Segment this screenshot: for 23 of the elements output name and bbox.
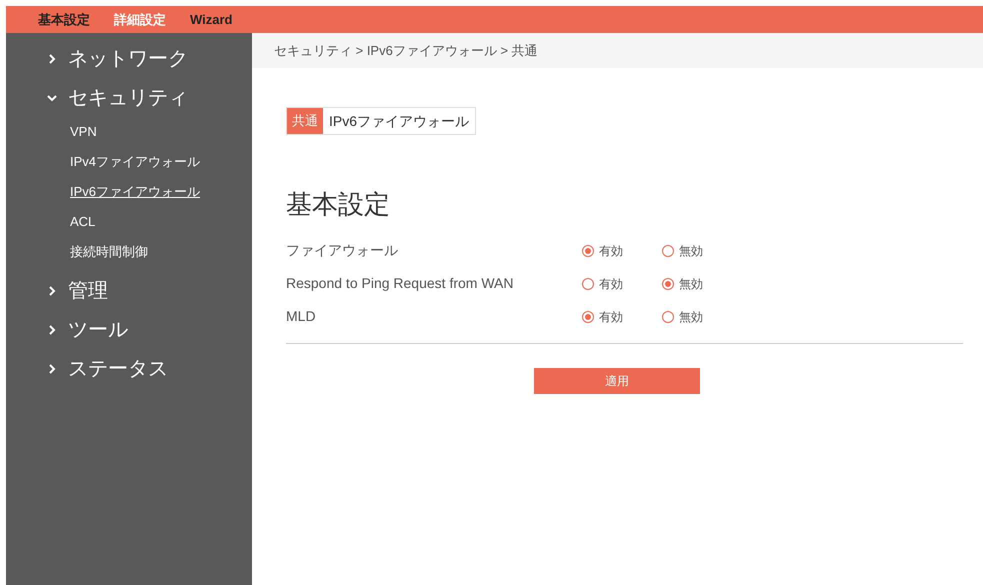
menu-tab[interactable]: 基本設定 bbox=[38, 10, 90, 30]
sidebar-item[interactable]: ネットワーク bbox=[6, 39, 252, 78]
radio-option[interactable]: 有効 bbox=[582, 308, 662, 326]
sidebar-subitem[interactable]: 接続時間制御 bbox=[38, 237, 210, 267]
radio-option[interactable]: 無効 bbox=[662, 308, 742, 326]
radio-option[interactable]: 無効 bbox=[662, 274, 742, 292]
sidebar-item[interactable]: セキュリティ bbox=[6, 78, 252, 117]
sidebar-subitem[interactable]: ACL bbox=[38, 207, 210, 237]
sidebar-item[interactable]: ステータス bbox=[6, 349, 252, 388]
radio-option[interactable]: 有効 bbox=[582, 274, 662, 292]
sidebar-item[interactable]: 管理 bbox=[6, 271, 252, 310]
breadcrumb: セキュリティ > IPv6ファイアウォール > 共通 bbox=[252, 33, 983, 68]
sidebar-subitem[interactable]: VPN bbox=[38, 117, 210, 147]
setting-label: Respond to Ping Request from WAN bbox=[286, 274, 514, 293]
section-title: 基本設定 bbox=[286, 188, 391, 221]
radio-option[interactable]: 有効 bbox=[582, 242, 662, 260]
sidebar-subitem[interactable]: IPv6ファイアウォール bbox=[38, 177, 210, 207]
setting-label: MLD bbox=[286, 307, 317, 326]
radio-option[interactable]: 無効 bbox=[662, 242, 742, 260]
setting-label: ファイアウォール bbox=[286, 241, 399, 260]
sidebar-item[interactable]: ツール bbox=[6, 310, 252, 349]
sidebar-subitem[interactable]: IPv4ファイアウォール bbox=[38, 147, 210, 177]
menu-tab[interactable]: Wizard bbox=[190, 10, 232, 30]
